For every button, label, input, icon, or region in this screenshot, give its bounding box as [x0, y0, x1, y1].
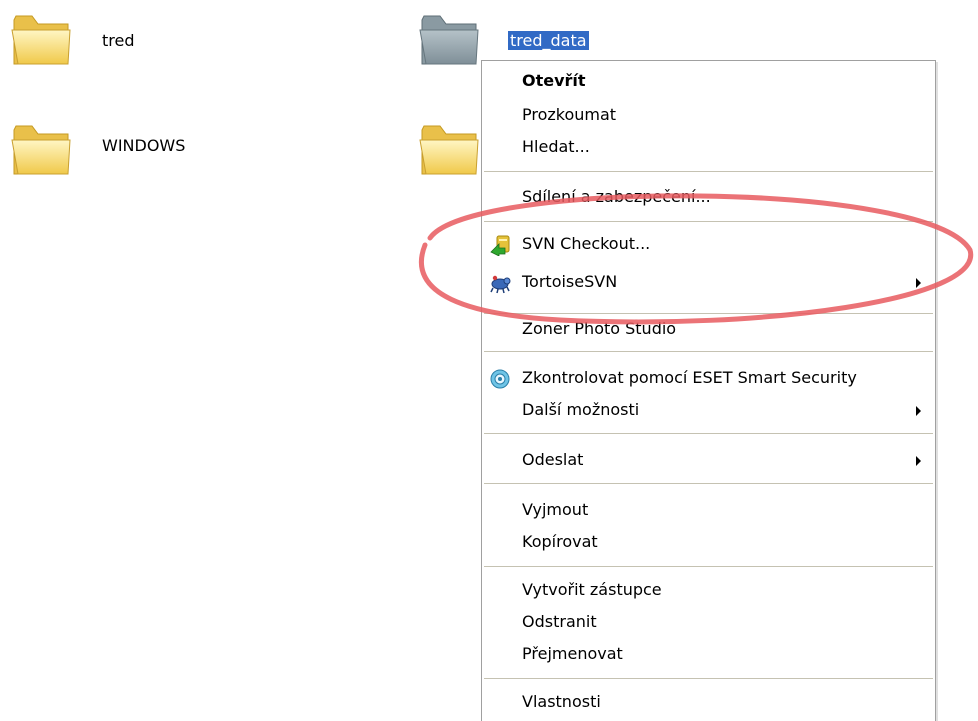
- menu-separator: [484, 566, 933, 567]
- menu-separator: [484, 433, 933, 434]
- folder-icon[interactable]: [418, 118, 480, 178]
- menu-item-tortoisesvn[interactable]: TortoiseSVN: [482, 267, 935, 299]
- menu-separator: [484, 221, 933, 222]
- eset-icon: [489, 368, 511, 390]
- menu-item-open[interactable]: Otevřít: [482, 66, 935, 98]
- menu-item-zoner[interactable]: Zoner Photo Studio: [482, 314, 935, 346]
- submenu-arrow-icon: [916, 406, 921, 416]
- menu-item-copy[interactable]: Kopírovat: [482, 527, 935, 559]
- menu-item-send-to[interactable]: Odeslat: [482, 445, 935, 477]
- menu-item-label: Otevřít: [522, 71, 586, 90]
- folder-icon[interactable]: [10, 118, 72, 178]
- menu-separator: [484, 171, 933, 172]
- menu-item-label: Prozkoumat: [522, 105, 617, 124]
- menu-item-eset-scan[interactable]: Zkontrolovat pomocí ESET Smart Security: [482, 363, 935, 395]
- menu-item-label: Další možnosti: [522, 400, 640, 419]
- menu-item-label: Přejmenovat: [522, 644, 623, 663]
- svn-checkout-icon: [489, 234, 511, 257]
- menu-item-label: Zkontrolovat pomocí ESET Smart Security: [522, 368, 857, 387]
- folder-label[interactable]: WINDOWS: [102, 136, 185, 155]
- menu-item-cut[interactable]: Vyjmout: [482, 495, 935, 527]
- menu-separator: [484, 678, 933, 679]
- menu-item-label: Sdílení a zabezpečení...: [522, 187, 711, 206]
- menu-item-label: TortoiseSVN: [522, 272, 618, 291]
- menu-item-explore[interactable]: Prozkoumat: [482, 100, 935, 132]
- menu-item-sharing[interactable]: Sdílení a zabezpečení...: [482, 182, 935, 214]
- context-menu: Otevřít Prozkoumat Hledat... Sdílení a z…: [481, 60, 936, 721]
- menu-item-label: Vytvořit zástupce: [522, 580, 662, 599]
- menu-item-label: SVN Checkout...: [522, 234, 651, 253]
- menu-item-search[interactable]: Hledat...: [482, 132, 935, 164]
- menu-item-delete[interactable]: Odstranit: [482, 607, 935, 639]
- tortoisesvn-icon: [489, 272, 511, 294]
- menu-item-properties[interactable]: Vlastnosti: [482, 687, 935, 719]
- menu-item-label: Odeslat: [522, 450, 584, 469]
- menu-item-label: Odstranit: [522, 612, 597, 631]
- submenu-arrow-icon: [916, 456, 921, 466]
- menu-item-more-options[interactable]: Další možnosti: [482, 395, 935, 427]
- menu-item-svn-checkout[interactable]: SVN Checkout...: [482, 229, 935, 261]
- menu-item-label: Vlastnosti: [522, 692, 601, 711]
- folder-label[interactable]: tred: [102, 31, 135, 50]
- menu-item-label: Vyjmout: [522, 500, 589, 519]
- menu-item-label: Zoner Photo Studio: [522, 319, 677, 338]
- menu-separator: [484, 483, 933, 484]
- folder-icon[interactable]: [418, 8, 480, 68]
- submenu-arrow-icon: [916, 278, 921, 288]
- menu-item-label: Hledat...: [522, 137, 590, 156]
- menu-separator: [484, 351, 933, 352]
- folder-label-selected[interactable]: tred_data: [508, 31, 589, 50]
- menu-item-rename[interactable]: Přejmenovat: [482, 639, 935, 671]
- folder-icon[interactable]: [10, 8, 72, 68]
- menu-item-label: Kopírovat: [522, 532, 598, 551]
- menu-item-create-shortcut[interactable]: Vytvořit zástupce: [482, 575, 935, 607]
